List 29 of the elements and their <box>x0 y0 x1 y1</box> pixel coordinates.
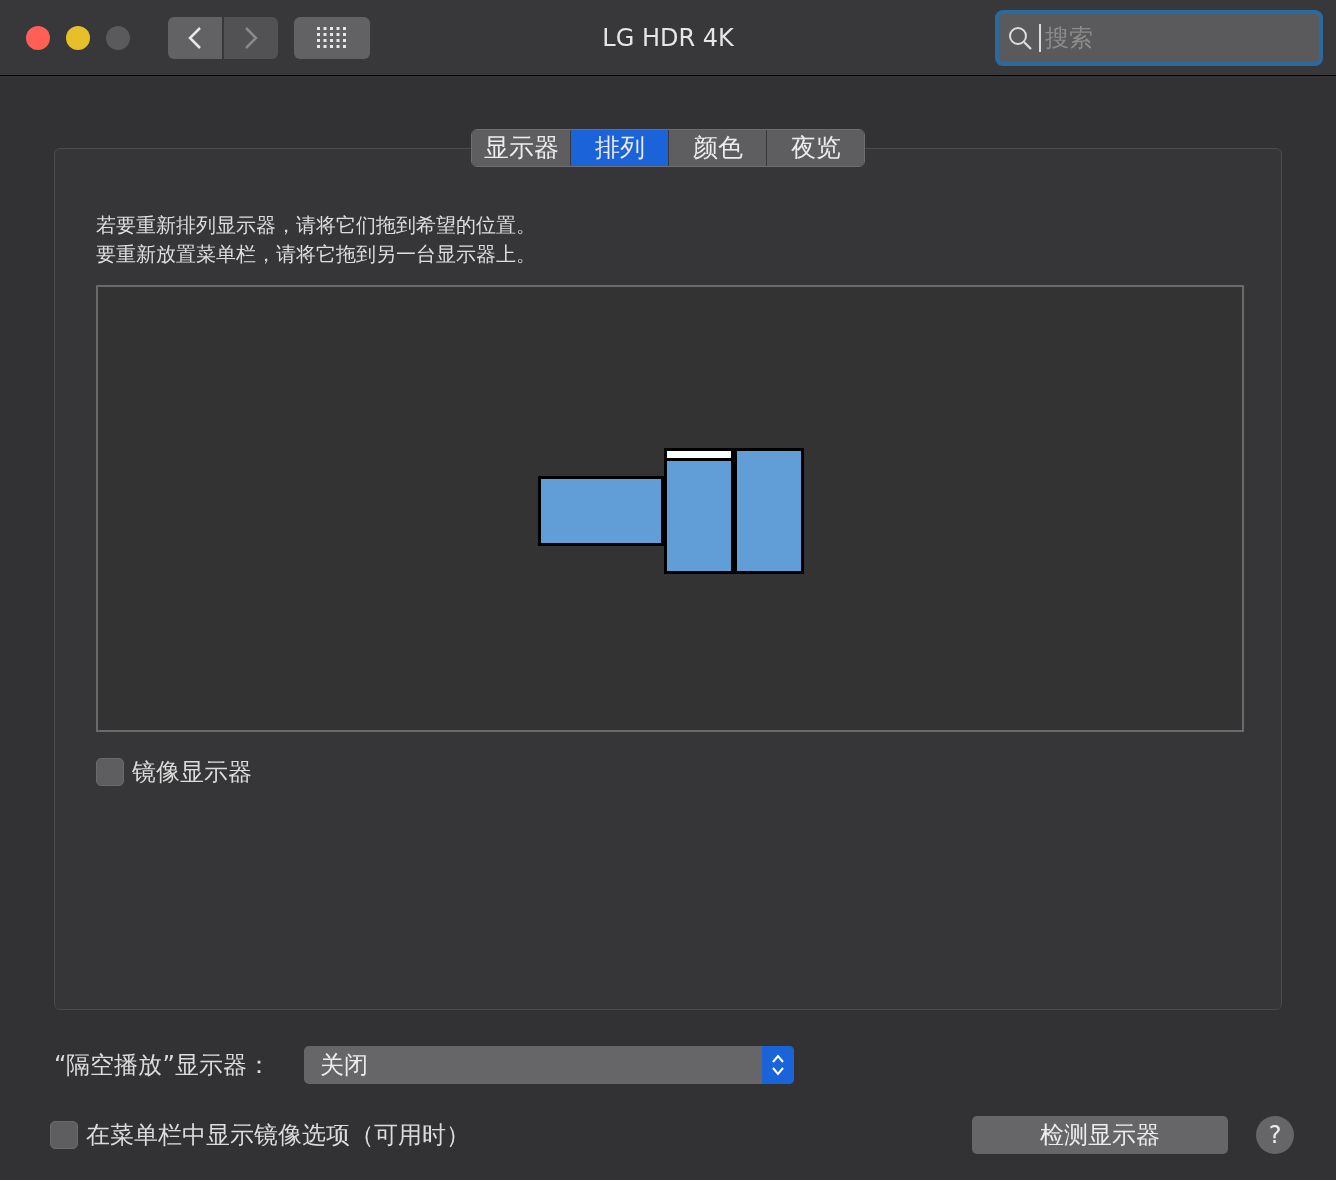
window-title: LG HDR 4K <box>602 22 734 54</box>
airplay-label: “隔空播放”显示器： <box>54 1050 272 1081</box>
forward-button[interactable] <box>224 16 278 59</box>
instruction-text: 要重新放置菜单栏，请将它拖到另一台显示器上。 <box>96 241 537 268</box>
minimize-button[interactable] <box>66 25 90 50</box>
grid-icon <box>317 26 347 49</box>
display-thumbnail[interactable] <box>538 476 664 546</box>
chevron-left-icon <box>188 25 202 50</box>
stepper-icon <box>770 1052 786 1078</box>
instruction-text: 若要重新排列显示器，请将它们拖到希望的位置。 <box>96 212 537 239</box>
mirror-displays-label: 镜像显示器 <box>132 757 252 788</box>
tab[interactable]: 显示器 <box>472 130 570 166</box>
checkbox[interactable] <box>96 758 124 786</box>
display-thumbnail[interactable] <box>664 448 734 574</box>
text-cursor <box>1039 24 1041 52</box>
help-button[interactable]: ? <box>1256 1116 1294 1154</box>
show-all-button[interactable] <box>294 16 370 59</box>
display-thumbnail[interactable] <box>734 448 804 574</box>
tab[interactable]: 夜览 <box>766 130 864 166</box>
checkbox[interactable] <box>50 1121 78 1149</box>
tab[interactable]: 颜色 <box>668 130 766 166</box>
airplay-dropdown[interactable]: 关闭 <box>304 1046 794 1084</box>
close-button[interactable] <box>26 25 50 50</box>
tab[interactable]: 排列 <box>570 130 668 166</box>
back-button[interactable] <box>168 16 222 59</box>
chevron-right-icon <box>244 25 258 50</box>
mirroring-options-label: 在菜单栏中显示镜像选项（可用时） <box>86 1120 470 1151</box>
detect-displays-button[interactable]: 检测显示器 <box>972 1116 1228 1154</box>
search-icon <box>1007 25 1033 51</box>
